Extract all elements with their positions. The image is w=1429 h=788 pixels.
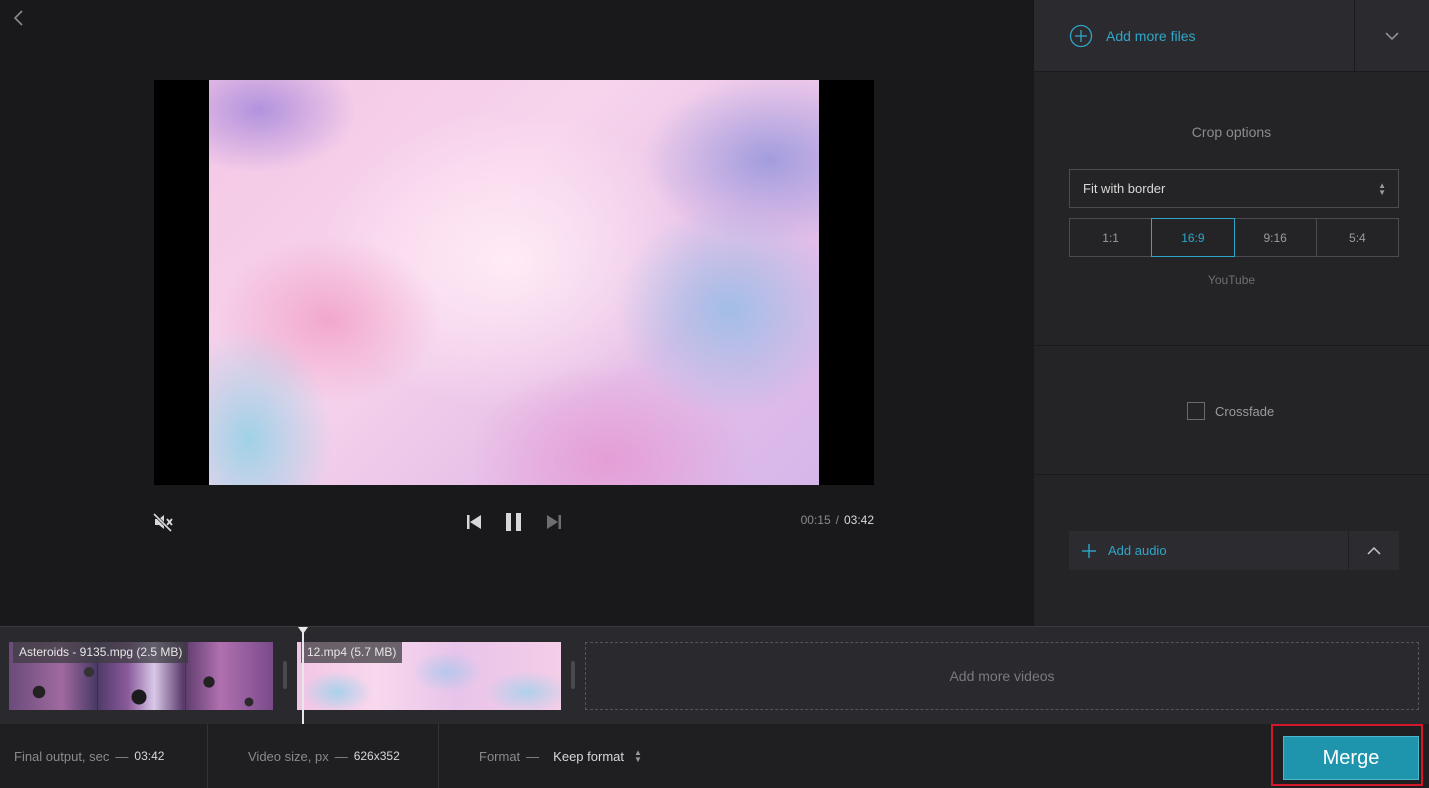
crop-options-title: Crop options xyxy=(1191,124,1272,140)
select-arrows-icon: ▲ ▼ xyxy=(1378,181,1386,197)
add-files-dropdown-button[interactable] xyxy=(1354,0,1429,72)
format-value: Keep format xyxy=(553,748,624,764)
plus-circle-icon xyxy=(1069,24,1093,48)
add-more-files-button[interactable]: Add more files xyxy=(1034,0,1354,72)
ratio-1-1-button[interactable]: 1:1 xyxy=(1069,218,1153,257)
divider xyxy=(438,724,439,788)
audio-collapse-button[interactable] xyxy=(1348,531,1399,570)
video-size-stat: Video size, px — 626x352 xyxy=(248,724,400,788)
ratio-note: YouTube xyxy=(1207,273,1256,287)
chevron-left-icon xyxy=(13,10,23,26)
add-more-videos-dropzone[interactable]: Add more videos xyxy=(585,642,1419,710)
clip-drag-handle[interactable] xyxy=(571,661,575,689)
clip-label: Asteroids - 9135.mpg (2.5 MB) xyxy=(13,642,189,663)
total-time: 03:42 xyxy=(843,513,874,527)
merge-highlight: Merge xyxy=(1271,724,1423,786)
video-size-label: Video size, px xyxy=(248,748,329,764)
video-player[interactable] xyxy=(154,80,874,485)
chevron-up-icon xyxy=(1367,546,1381,555)
preview-area: 00:15 / 03:42 xyxy=(0,0,1034,626)
ratio-16-9-button[interactable]: 16:9 xyxy=(1151,218,1235,257)
pause-button[interactable] xyxy=(502,509,526,535)
separator-dash: — xyxy=(334,748,348,764)
crossfade-label: Crossfade xyxy=(1215,403,1275,419)
timeline-clip[interactable]: 12.mp4 (5.7 MB) xyxy=(297,642,561,710)
pause-icon xyxy=(506,513,521,531)
aspect-ratio-group: 1:1 16:9 9:16 5:4 xyxy=(1069,218,1399,257)
format-stat: Format — Keep format ▲ ▼ xyxy=(479,724,642,788)
playback-time: 00:15 / 03:42 xyxy=(770,513,874,527)
timeline: Asteroids - 9135.mpg (2.5 MB) 12.mp4 (5.… xyxy=(0,626,1429,725)
crop-mode-select[interactable]: Fit with border ▲ ▼ xyxy=(1069,169,1399,208)
format-label: Format xyxy=(479,748,521,764)
bottom-bar: Final output, sec — 03:42 Video size, px… xyxy=(0,724,1429,788)
ratio-9-16-button[interactable]: 9:16 xyxy=(1233,218,1317,257)
skip-next-icon xyxy=(547,515,561,529)
final-output-label: Final output, sec xyxy=(14,748,110,764)
add-audio-bar: Add audio xyxy=(1069,531,1399,570)
crossfade-option[interactable]: Crossfade xyxy=(1187,401,1274,421)
chevron-down-icon xyxy=(1385,32,1399,41)
timeline-clip[interactable]: Asteroids - 9135.mpg (2.5 MB) xyxy=(9,642,273,710)
add-audio-label: Add audio xyxy=(1108,543,1167,558)
separator-dash: — xyxy=(115,748,129,764)
add-audio-button[interactable]: Add audio xyxy=(1069,531,1348,570)
mute-button[interactable] xyxy=(150,509,176,535)
current-time: 00:15 xyxy=(800,513,831,527)
select-arrows-icon: ▲ ▼ xyxy=(634,748,642,764)
divider xyxy=(1034,345,1429,346)
final-output-stat: Final output, sec — 03:42 xyxy=(14,724,164,788)
skip-previous-icon xyxy=(467,515,481,529)
video-frame xyxy=(209,80,819,485)
add-files-bar: Add more files xyxy=(1034,0,1429,72)
crop-mode-value: Fit with border xyxy=(1083,181,1166,196)
divider xyxy=(207,724,208,788)
video-merger-app: 00:15 / 03:42 Add more files Crop options … xyxy=(0,0,1429,788)
clip-drag-handle[interactable] xyxy=(283,661,287,689)
plus-icon xyxy=(1082,543,1096,558)
speaker-muted-icon xyxy=(152,512,173,532)
video-size-value: 626x352 xyxy=(353,749,400,763)
playhead[interactable] xyxy=(298,627,308,725)
next-button[interactable] xyxy=(542,509,566,535)
ratio-5-4-button[interactable]: 5:4 xyxy=(1315,218,1399,257)
divider xyxy=(1034,474,1429,475)
back-button[interactable] xyxy=(8,6,30,30)
separator-dash: — xyxy=(526,748,540,764)
time-separator: / xyxy=(835,513,839,527)
previous-button[interactable] xyxy=(462,509,486,535)
add-more-files-label: Add more files xyxy=(1106,28,1196,44)
clip-label: 12.mp4 (5.7 MB) xyxy=(301,642,403,663)
options-panel: Add more files Crop options Fit with bor… xyxy=(1034,0,1429,626)
crossfade-checkbox[interactable] xyxy=(1187,402,1205,420)
merge-button[interactable]: Merge xyxy=(1283,736,1419,780)
final-output-value: 03:42 xyxy=(134,749,165,763)
format-select[interactable]: Keep format ▲ ▼ xyxy=(553,749,642,764)
